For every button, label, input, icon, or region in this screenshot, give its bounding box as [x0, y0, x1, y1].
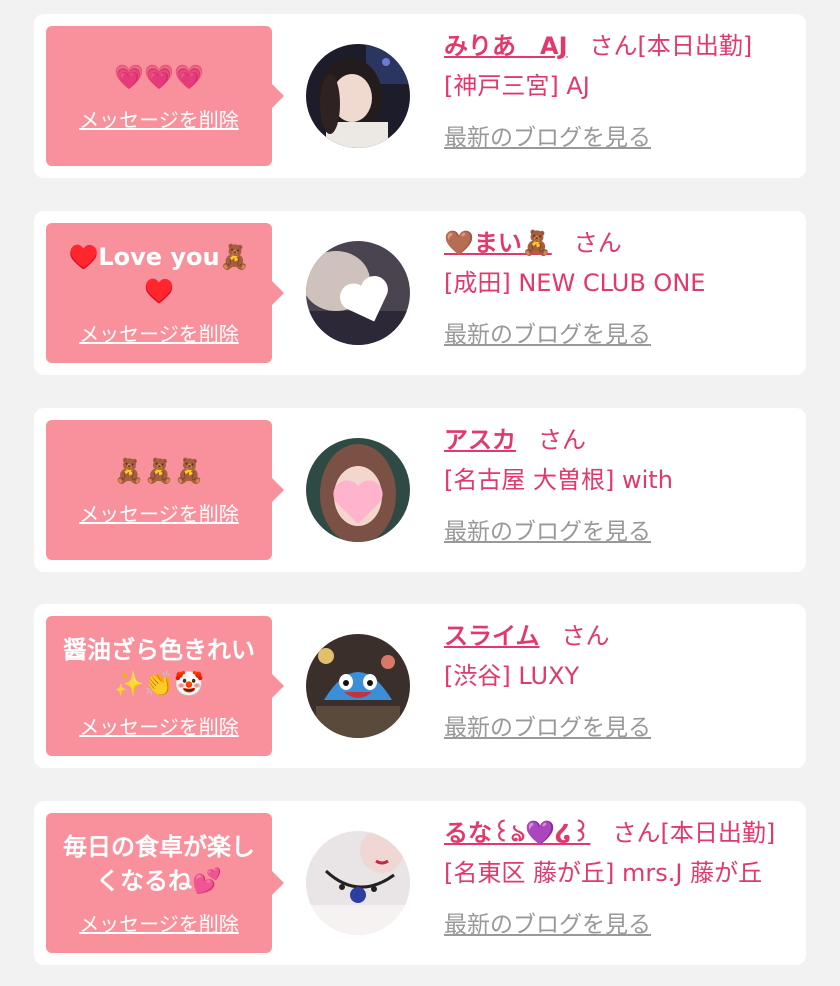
latest-blog-link[interactable]: 最新のブログを見る — [444, 315, 651, 349]
avatar[interactable] — [306, 634, 410, 738]
work-status: [本日出勤] — [660, 819, 776, 847]
latest-blog-link[interactable]: 最新のブログを見る — [444, 905, 651, 939]
avatar[interactable] — [306, 44, 410, 148]
delete-message-link[interactable]: メッセージを削除 — [79, 104, 239, 133]
shop-name: [神戸三宮] AJ — [444, 72, 590, 100]
message-text: 🧸🧸🧸 — [114, 456, 204, 485]
message-text: ♥️Love you🧸♥️ — [68, 242, 250, 305]
honorific: さん — [538, 426, 586, 454]
honorific: さん — [561, 622, 610, 650]
latest-blog-link[interactable]: 最新のブログを見る — [444, 118, 651, 152]
honorific: さん — [573, 229, 622, 257]
message-text: 醤油ざら色きれい✨👏🤡 — [63, 635, 255, 698]
shop-name: [成田] NEW CLUB ONE — [444, 269, 706, 297]
cast-card: 醤油ざら色きれい✨👏🤡 メッセージを削除 スライム さん [渋谷] LUXY 最… — [34, 604, 806, 768]
cast-info: るな꒰ঌ💜໒꒱ さん[本日出勤] [名東区 藤が丘] mrs.J 藤が丘 最新のブ… — [444, 815, 800, 939]
favorite-cast-list: 💗💗💗 メッセージを削除 みりあ AJ さん[本日出勤] [神戸三宮] AJ 最新… — [0, 0, 840, 986]
avatar[interactable] — [306, 831, 410, 935]
message-bubble: 💗💗💗 メッセージを削除 — [46, 26, 284, 166]
delete-message-link[interactable]: メッセージを削除 — [79, 318, 239, 347]
cast-name-link[interactable]: みりあ AJ — [444, 32, 568, 60]
message-text: 💗💗💗 — [114, 62, 204, 91]
message-bubble: 毎日の食卓が楽しくなるね💕 メッセージを削除 — [46, 813, 284, 953]
cast-info: 🤎まい🧸 さん [成田] NEW CLUB ONE 最新のブログを見る — [444, 225, 800, 349]
avatar[interactable] — [306, 438, 410, 542]
avatar[interactable] — [306, 241, 410, 345]
cast-name-link[interactable]: スライム — [444, 622, 540, 650]
cast-name-link[interactable]: るな꒰ঌ💜໒꒱ — [444, 819, 590, 847]
cast-card: 💗💗💗 メッセージを削除 みりあ AJ さん[本日出勤] [神戸三宮] AJ 最新… — [34, 14, 806, 178]
cast-card: 毎日の食卓が楽しくなるね💕 メッセージを削除 るな꒰ঌ💜໒꒱ さん[本日出勤] [… — [34, 801, 806, 965]
work-status: [本日出勤] — [637, 32, 753, 60]
message-bubble: 🧸🧸🧸 メッセージを削除 — [46, 420, 284, 560]
cast-card: 🧸🧸🧸 メッセージを削除 アスカ さん [名古屋 大曽根] with 最新のブログ… — [34, 408, 806, 572]
latest-blog-link[interactable]: 最新のブログを見る — [444, 708, 651, 742]
shop-name: [名東区 藤が丘] mrs.J 藤が丘 — [444, 859, 763, 887]
cast-info: みりあ AJ さん[本日出勤] [神戸三宮] AJ 最新のブログを見る — [444, 28, 800, 152]
message-bubble: ♥️Love you🧸♥️ メッセージを削除 — [46, 223, 284, 363]
cast-card: ♥️Love you🧸♥️ メッセージを削除 🤎まい🧸 さん [成田] NEW C… — [34, 211, 806, 375]
latest-blog-link[interactable]: 最新のブログを見る — [444, 512, 651, 546]
cast-name-link[interactable]: アスカ — [444, 426, 516, 454]
shop-name: [渋谷] LUXY — [444, 662, 580, 690]
message-text: 毎日の食卓が楽しくなるね💕 — [63, 832, 255, 895]
cast-info: アスカ さん [名古屋 大曽根] with 最新のブログを見る — [444, 422, 800, 546]
delete-message-link[interactable]: メッセージを削除 — [79, 498, 239, 527]
cast-name-link[interactable]: 🤎まい🧸 — [444, 229, 552, 257]
shop-name: [名古屋 大曽根] with — [444, 466, 673, 494]
delete-message-link[interactable]: メッセージを削除 — [79, 711, 239, 740]
delete-message-link[interactable]: メッセージを削除 — [79, 908, 239, 937]
message-bubble: 醤油ざら色きれい✨👏🤡 メッセージを削除 — [46, 616, 284, 756]
honorific: さん — [612, 819, 661, 847]
honorific: さん — [589, 32, 638, 60]
cast-info: スライム さん [渋谷] LUXY 最新のブログを見る — [444, 618, 800, 742]
